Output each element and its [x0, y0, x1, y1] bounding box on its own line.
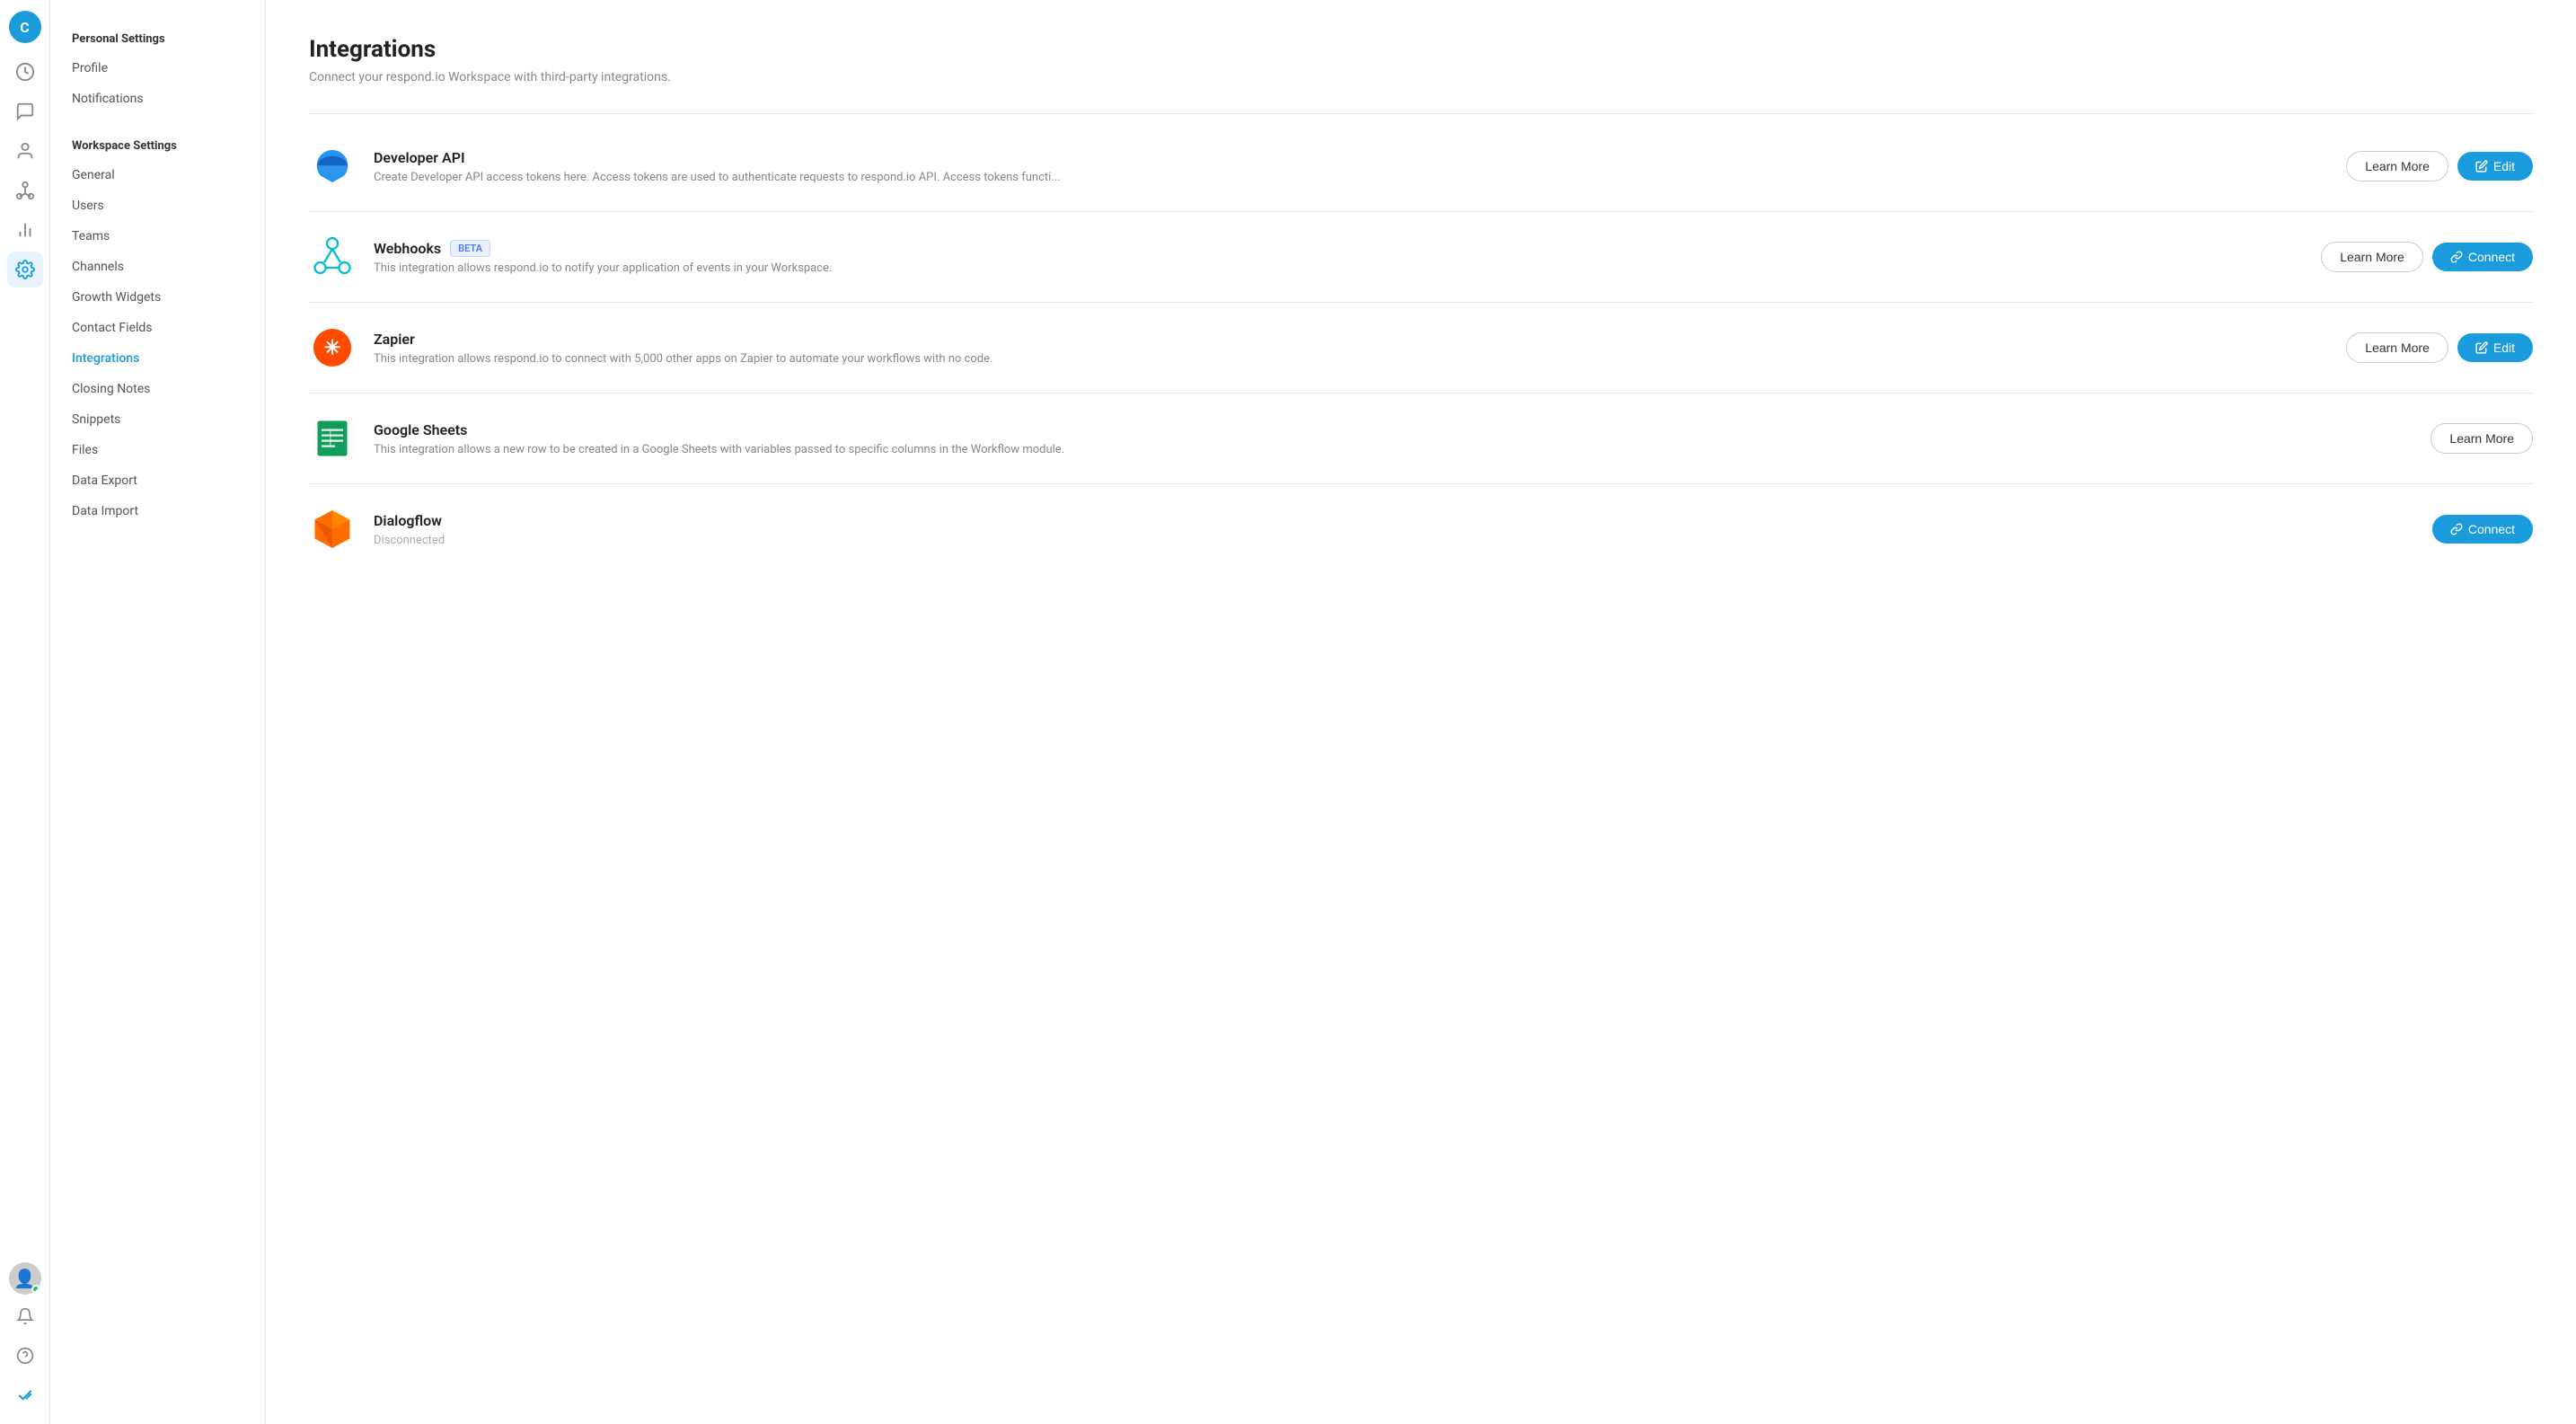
webhooks-name: Webhooks [374, 240, 441, 257]
webhooks-info: Webhooks BETA This integration allows re… [374, 240, 2303, 275]
zapier-name: Zapier [374, 331, 415, 348]
webhooks-icon [309, 234, 356, 280]
sidebar-item-teams[interactable]: Teams [50, 221, 265, 252]
webhooks-actions: Learn More Connect [2321, 242, 2533, 272]
nav-reports[interactable] [7, 212, 43, 248]
dialogflow-name: Dialogflow [374, 512, 442, 529]
integration-row-webhooks: Webhooks BETA This integration allows re… [309, 212, 2533, 303]
edit-icon [2475, 160, 2488, 172]
dialogflow-info: Dialogflow Disconnected [374, 512, 2414, 547]
sidebar-item-users[interactable]: Users [50, 190, 265, 221]
nav-settings[interactable] [7, 252, 43, 287]
svg-text:✳: ✳ [324, 337, 341, 360]
google-sheets-learn-more-button[interactable]: Learn More [2430, 423, 2533, 454]
nav-contacts[interactable] [7, 133, 43, 169]
sidebar-item-data-import[interactable]: Data Import [50, 496, 265, 526]
integration-list: Developer API Create Developer API acces… [309, 121, 2533, 574]
developer-api-edit-button[interactable]: Edit [2457, 152, 2533, 181]
dialogflow-connect-icon [2450, 523, 2463, 535]
workspace-avatar[interactable]: C [9, 11, 41, 43]
google-sheets-name: Google Sheets [374, 421, 467, 438]
zapier-actions: Learn More Edit [2346, 332, 2533, 363]
developer-api-name: Developer API [374, 149, 465, 166]
sidebar-item-notifications[interactable]: Notifications [50, 84, 265, 114]
beta-badge: BETA [450, 240, 490, 257]
sidebar-item-contact-fields[interactable]: Contact Fields [50, 313, 265, 343]
integration-row-zapier: ✳ Zapier This integration allows respond… [309, 303, 2533, 394]
dialogflow-desc: Disconnected [374, 534, 1110, 547]
zapier-desc: This integration allows respond.io to co… [374, 352, 1110, 366]
dialogflow-icon [309, 506, 356, 553]
nav-messages[interactable] [7, 93, 43, 129]
sidebar-item-files[interactable]: Files [50, 435, 265, 465]
sidebar-item-integrations[interactable]: Integrations [50, 343, 265, 374]
google-sheets-actions: Learn More [2430, 423, 2533, 454]
zapier-icon: ✳ [309, 324, 356, 371]
nav-help[interactable] [7, 1338, 43, 1374]
main-content: Integrations Connect your respond.io Wor… [266, 0, 2576, 1424]
sidebar-item-profile[interactable]: Profile [50, 53, 265, 84]
integration-row-dialogflow: Dialogflow Disconnected Connect [309, 484, 2533, 574]
sidebar-item-closing-notes[interactable]: Closing Notes [50, 374, 265, 404]
sidebar-item-general[interactable]: General [50, 160, 265, 190]
developer-api-learn-more-button[interactable]: Learn More [2346, 151, 2448, 181]
sidebar-item-channels[interactable]: Channels [50, 252, 265, 282]
zapier-info: Zapier This integration allows respond.i… [374, 331, 2328, 366]
sidebar-item-data-export[interactable]: Data Export [50, 465, 265, 496]
developer-api-info: Developer API Create Developer API acces… [374, 149, 2328, 184]
nav-checkmark[interactable] [7, 1377, 43, 1413]
dialogflow-actions: Connect [2432, 515, 2533, 544]
personal-settings-title: Personal Settings [50, 25, 265, 53]
workspace-settings-title: Workspace Settings [50, 132, 265, 160]
developer-api-desc: Create Developer API access tokens here.… [374, 171, 1110, 184]
google-sheets-desc: This integration allows a new row to be … [374, 443, 1110, 456]
nav-integrations[interactable] [7, 172, 43, 208]
sidebar: Personal Settings Profile Notifications … [50, 0, 266, 1424]
user-avatar[interactable]: 👤 [9, 1262, 41, 1295]
online-indicator [31, 1285, 40, 1294]
integration-row-developer-api: Developer API Create Developer API acces… [309, 121, 2533, 212]
google-sheets-info: Google Sheets This integration allows a … [374, 421, 2413, 456]
webhooks-learn-more-button[interactable]: Learn More [2321, 242, 2423, 272]
zapier-edit-button[interactable]: Edit [2457, 333, 2533, 362]
developer-api-icon [309, 143, 356, 190]
zapier-edit-icon [2475, 341, 2488, 354]
nav-notifications[interactable] [7, 1298, 43, 1334]
header-divider [309, 113, 2533, 114]
zapier-learn-more-button[interactable]: Learn More [2346, 332, 2448, 363]
sidebar-item-snippets[interactable]: Snippets [50, 404, 265, 435]
google-sheets-icon [309, 415, 356, 462]
integration-row-google-sheets: Google Sheets This integration allows a … [309, 394, 2533, 484]
page-title: Integrations [309, 36, 2533, 63]
icon-bar: C 👤 [0, 0, 50, 1424]
webhooks-desc: This integration allows respond.io to no… [374, 261, 1110, 275]
connect-icon [2450, 251, 2463, 263]
sidebar-item-growth-widgets[interactable]: Growth Widgets [50, 282, 265, 313]
developer-api-actions: Learn More Edit [2346, 151, 2533, 181]
webhooks-connect-button[interactable]: Connect [2432, 243, 2533, 271]
page-subtitle: Connect your respond.io Workspace with t… [309, 70, 2533, 84]
dialogflow-connect-button[interactable]: Connect [2432, 515, 2533, 544]
nav-dashboard[interactable] [7, 54, 43, 90]
